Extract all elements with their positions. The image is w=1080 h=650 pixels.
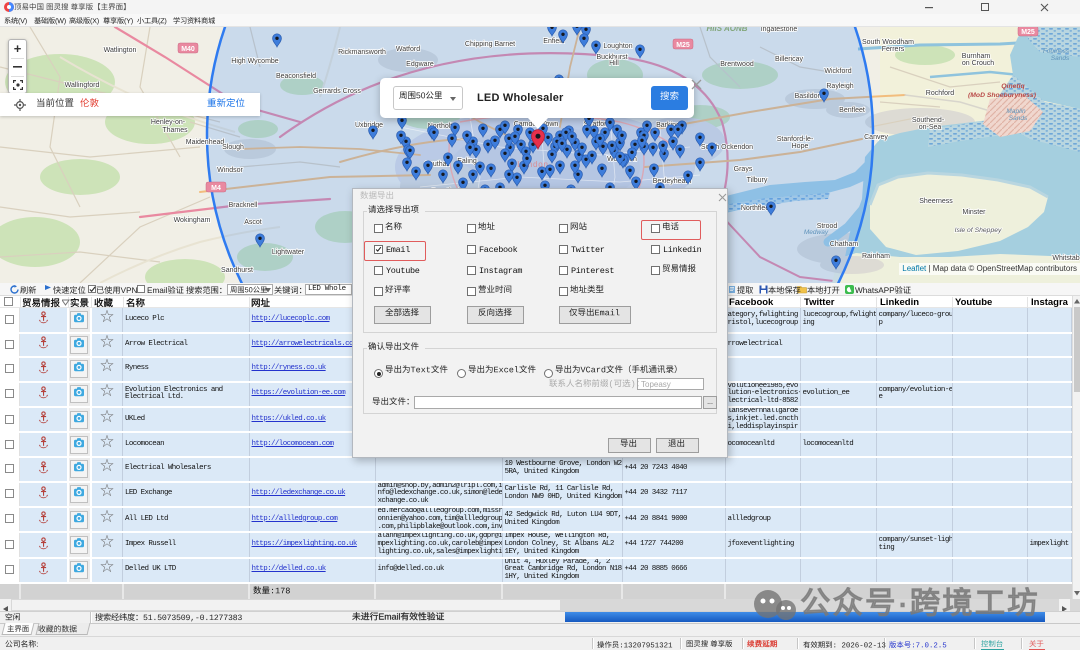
svg-text:Loughton: Loughton (603, 43, 632, 50)
svg-text:HIIS AONB: HIIS AONB (706, 27, 747, 33)
svg-text:Sheerness: Sheerness (919, 198, 953, 205)
svg-text:M4: M4 (211, 185, 221, 192)
svg-text:Grays: Grays (734, 166, 753, 173)
svg-text:Brentwood: Brentwood (720, 61, 754, 68)
svg-text:South Woodham: South Woodham (862, 39, 914, 46)
svg-text:on Crouch: on Crouch (962, 60, 994, 67)
svg-text:Rochford: Rochford (926, 90, 955, 97)
svg-text:M25: M25 (676, 42, 690, 49)
svg-text:Wickford: Wickford (824, 68, 851, 75)
svg-text:on-Sea: on-Sea (919, 124, 942, 131)
svg-text:Billericay: Billericay (775, 56, 804, 63)
svg-text:Windsor: Windsor (217, 167, 243, 174)
svg-text:Chipping Barnet: Chipping Barnet (465, 41, 515, 48)
svg-text:Burnham: Burnham (962, 53, 991, 60)
svg-text:Ferrers: Ferrers (882, 46, 905, 53)
svg-text:Canvey: Canvey (864, 134, 888, 141)
svg-text:Bracknell: Bracknell (229, 202, 258, 209)
svg-text:Minster: Minster (963, 209, 987, 216)
svg-text:Rayleigh: Rayleigh (826, 83, 853, 90)
svg-text:(MoD Shoeburyness): (MoD Shoeburyness) (968, 92, 1037, 99)
svg-text:Stanford-le-: Stanford-le- (777, 136, 814, 143)
svg-text:Isle of Sheppey: Isle of Sheppey (955, 227, 1002, 234)
svg-text:M25: M25 (1021, 29, 1035, 36)
svg-text:Wokingham: Wokingham (174, 217, 211, 224)
svg-text:Lightwater: Lightwater (272, 249, 305, 256)
svg-text:Rainham: Rainham (862, 253, 890, 260)
svg-text:Gerrards Cross: Gerrards Cross (313, 88, 361, 95)
svg-text:Whitstab: Whitstab (1052, 255, 1079, 262)
svg-text:Tilbury: Tilbury (747, 177, 768, 184)
svg-text:Ascot: Ascot (244, 219, 262, 226)
svg-text:Thames: Thames (162, 127, 188, 134)
svg-text:M40: M40 (181, 46, 195, 53)
svg-text:Henley-on-: Henley-on- (151, 119, 186, 126)
svg-text:Maidenhead: Maidenhead (186, 139, 225, 146)
svg-text:Southend-: Southend- (912, 117, 945, 124)
svg-text:Edgware: Edgware (406, 61, 434, 68)
svg-text:Sands: Sands (1051, 55, 1070, 62)
svg-text:Beaconsfield: Beaconsfield (276, 73, 316, 80)
svg-text:Maplin: Maplin (1006, 108, 1026, 115)
svg-text:Sands: Sands (1009, 115, 1028, 122)
svg-text:Sandhurst: Sandhurst (221, 267, 253, 274)
svg-text:High Wycombe: High Wycombe (231, 58, 279, 65)
svg-text:Hope: Hope (792, 143, 809, 150)
svg-text:Slough: Slough (222, 144, 244, 151)
svg-text:Ingatestone: Ingatestone (761, 27, 798, 33)
svg-text:Rickmansworth: Rickmansworth (338, 49, 386, 56)
svg-text:Qinetiq: Qinetiq (1001, 83, 1025, 90)
svg-text:Watlington: Watlington (104, 47, 137, 54)
svg-text:Medway: Medway (804, 229, 829, 236)
svg-text:Hill: Hill (609, 60, 619, 67)
svg-text:Basildon: Basildon (795, 93, 822, 100)
svg-text:Foulness: Foulness (1043, 48, 1070, 55)
svg-text:Wallingford: Wallingford (65, 82, 100, 89)
svg-text:Watford: Watford (396, 46, 420, 53)
svg-text:Chatham: Chatham (830, 241, 859, 248)
svg-text:Benfleet: Benfleet (839, 107, 865, 114)
